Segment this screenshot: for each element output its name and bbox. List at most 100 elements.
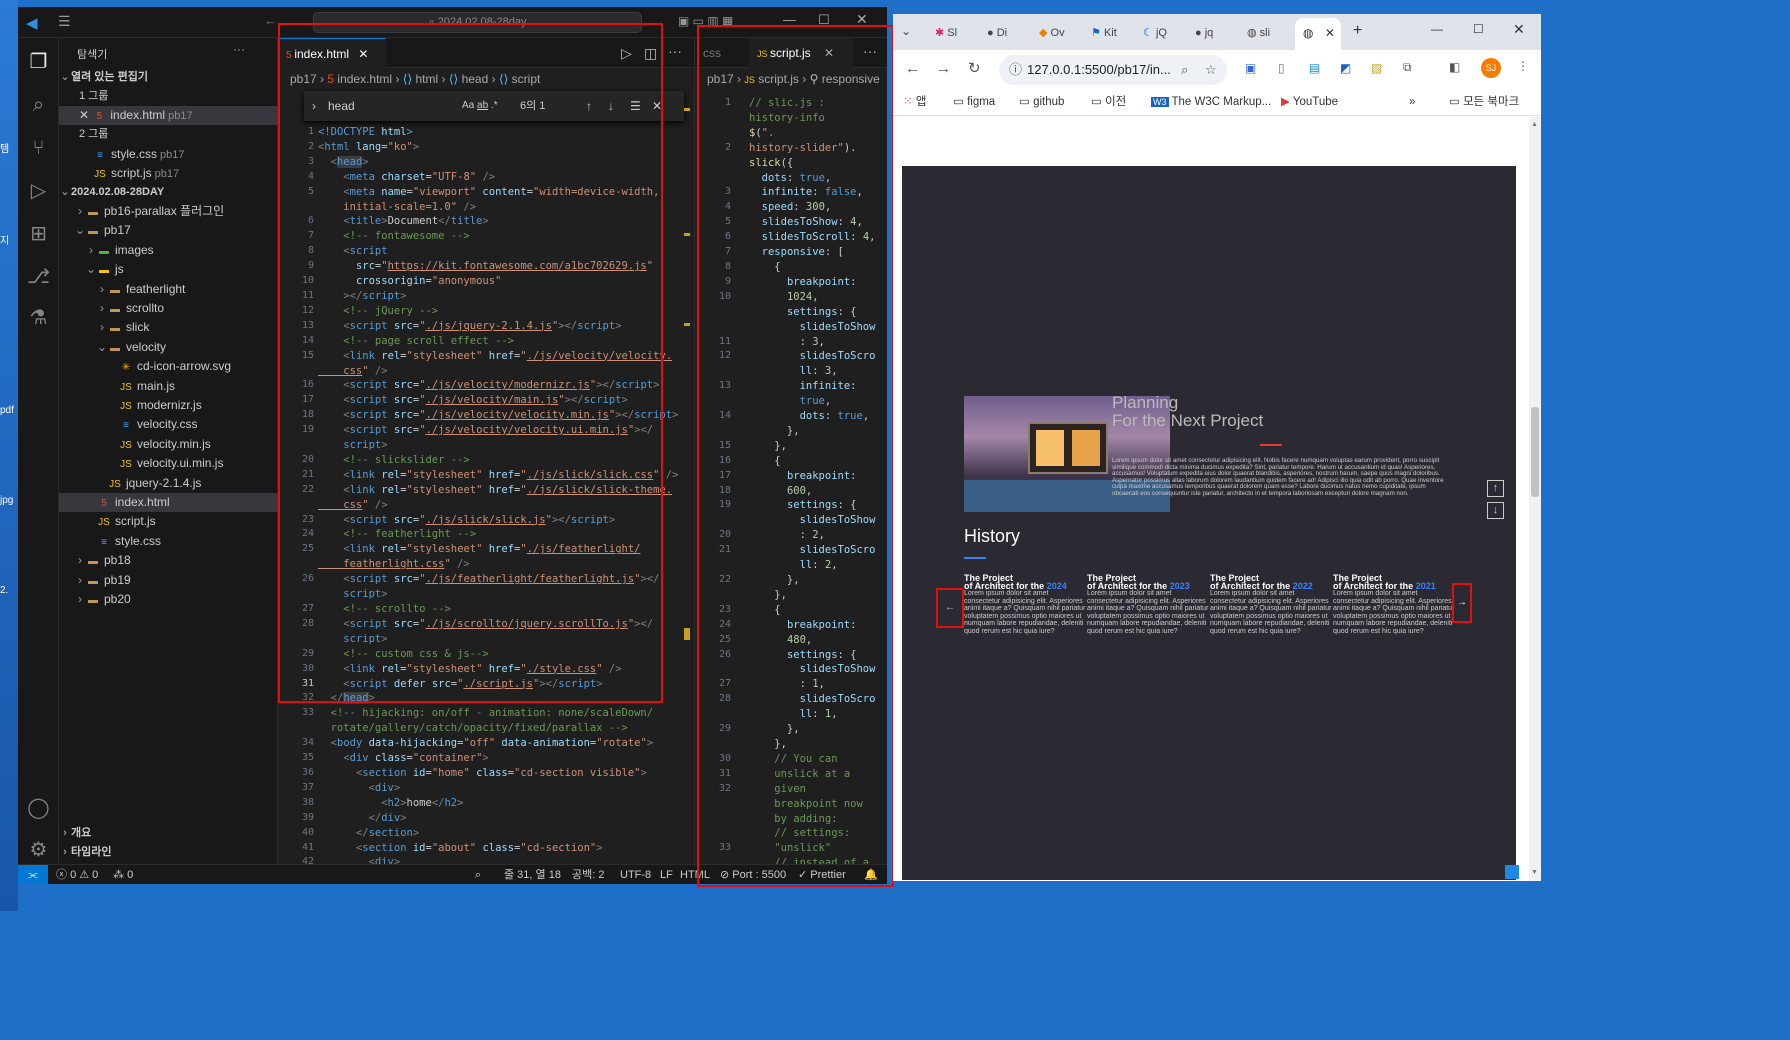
browser-tab[interactable]: ⚑ Kit bbox=[1085, 22, 1131, 44]
testing-icon[interactable]: ⚗ bbox=[26, 306, 51, 331]
breadcrumb[interactable]: pb17 › 5 index.html › ⟨⟩ html › ⟨⟩ head … bbox=[278, 68, 540, 90]
tree-item[interactable]: JS velocity.ui.min.js bbox=[59, 454, 278, 473]
timeline-header[interactable]: › 타임라인 bbox=[59, 843, 278, 862]
open-file-script[interactable]: JS script.js pb17 bbox=[59, 164, 278, 183]
bookmark-folder[interactable]: ▭ 이전 bbox=[1091, 90, 1126, 114]
remote-icon[interactable]: ⎇ bbox=[26, 265, 51, 290]
extension-icon[interactable]: ◩ bbox=[1340, 61, 1351, 75]
cursor-position[interactable]: 줄 31, 열 18 bbox=[504, 865, 561, 884]
extension-icon[interactable]: ▤ bbox=[1309, 61, 1320, 75]
more-bookmarks-icon[interactable]: » bbox=[1409, 90, 1415, 114]
address-bar[interactable]: ⓘ 127.0.0.1:5500/pb17/in... ⌕ ☆ bbox=[999, 55, 1227, 85]
more-actions-icon[interactable]: ··· bbox=[233, 42, 245, 56]
remote-icon[interactable]: ⫘ bbox=[18, 865, 48, 884]
bookmark-folder[interactable]: ▭ figma bbox=[953, 90, 995, 114]
tree-item[interactable]: › ▬ images bbox=[59, 241, 278, 260]
browser-tab[interactable]: ✱ Sl bbox=[929, 22, 975, 44]
tree-item[interactable]: › ▬ slick bbox=[59, 318, 278, 337]
match-options-icon[interactable]: Aa ab .* bbox=[462, 91, 498, 121]
code-area[interactable]: 1 2 3 4 5 6 7 8 9 10 11 12 13 14 15 16 17 18 19 20 21 22 23 24 2… bbox=[278, 122, 694, 864]
new-tab-button[interactable]: + bbox=[1353, 22, 1362, 40]
scroll-up-button[interactable]: ↑ bbox=[1487, 480, 1504, 497]
open-editors-header[interactable]: ⌄열려 있는 편집기 bbox=[59, 68, 278, 87]
slider-prev-arrow[interactable]: ← bbox=[936, 588, 964, 628]
bookmark-folder[interactable]: ▭ github bbox=[1019, 90, 1064, 114]
forward-icon[interactable]: → bbox=[936, 60, 951, 77]
tree-item[interactable]: › ▬ scrollto bbox=[59, 299, 278, 318]
breadcrumb[interactable]: pb17 › JS script.js › ⚲ responsive bbox=[695, 68, 880, 90]
prettier-status[interactable]: ✓ Prettier bbox=[798, 865, 846, 884]
problems-indicator[interactable]: ⓧ 0 ⚠ 0 bbox=[56, 865, 98, 884]
bookmark-youtube[interactable]: ▶ YouTube bbox=[1281, 90, 1338, 114]
minimize-button[interactable]: — bbox=[783, 12, 796, 27]
editor-script-js[interactable]: css JS script.js ✕ ··· pb17 › JS script.… bbox=[694, 38, 887, 864]
extension-icon[interactable]: ▣ bbox=[1245, 61, 1256, 75]
line-ending[interactable]: LF bbox=[660, 865, 673, 884]
editor-index-html[interactable]: 5 index.html ✕ ▷ ◫ ··· pb17 › 5 index.ht… bbox=[278, 38, 694, 864]
close-button[interactable]: ✕ bbox=[1513, 21, 1525, 38]
indentation[interactable]: 공백: 2 bbox=[572, 865, 604, 884]
group-1[interactable]: 1 그룹 bbox=[59, 87, 278, 106]
find-input[interactable]: head bbox=[328, 91, 468, 121]
tree-item[interactable]: › ▬ pb16-parallax 플러그인 bbox=[59, 202, 278, 221]
run-debug-icon[interactable]: ▷ bbox=[26, 179, 51, 204]
scroll-down-button[interactable]: ↓ bbox=[1487, 502, 1504, 519]
maximize-button[interactable]: ☐ bbox=[1473, 22, 1484, 36]
more-actions-icon[interactable]: ··· bbox=[668, 43, 682, 59]
tree-item[interactable]: 5 index.html bbox=[59, 493, 278, 512]
tree-item[interactable]: JS modernizr.js bbox=[59, 396, 278, 415]
tree-item[interactable]: › ▬ pb20 bbox=[59, 590, 278, 609]
tree-item[interactable]: › ▬ featherlight bbox=[59, 280, 278, 299]
browser-tab[interactable]: ◍ sli bbox=[1241, 22, 1287, 44]
notifications-bell-icon[interactable]: 🔔 bbox=[864, 865, 878, 884]
live-server-port[interactable]: ⊘ Port : 5500 bbox=[720, 865, 786, 884]
tree-item[interactable]: ≡ style.css bbox=[59, 532, 278, 551]
account-icon[interactable]: ◯ bbox=[26, 796, 51, 821]
minimize-button[interactable]: — bbox=[1431, 22, 1443, 36]
bookmark-w3c[interactable]: W3 The W3C Markup... bbox=[1151, 90, 1271, 114]
split-editor-icon[interactable]: ◫ bbox=[644, 45, 657, 62]
workspace-header[interactable]: ⌄2024.02.08-28DAY bbox=[59, 183, 278, 202]
tab-css[interactable]: css bbox=[695, 38, 729, 68]
side-panel-icon[interactable]: ◧ bbox=[1449, 60, 1460, 74]
slider-next-arrow[interactable]: → bbox=[1452, 583, 1472, 623]
tab-script-js[interactable]: JS script.js ✕ bbox=[749, 38, 853, 68]
tree-item[interactable]: ✳ cd-icon-arrow.svg bbox=[59, 357, 278, 376]
tree-item[interactable]: JS script.js bbox=[59, 512, 278, 531]
back-icon[interactable]: ← bbox=[264, 13, 277, 28]
tree-item[interactable]: JS main.js bbox=[59, 377, 278, 396]
tree-item[interactable]: ⌄ ▬ velocity bbox=[59, 338, 278, 357]
bookmark-apps[interactable]: ⁙ 앱 bbox=[903, 90, 926, 114]
open-file-style[interactable]: ≡ style.css pb17 bbox=[59, 145, 278, 164]
run-icon[interactable]: ▷ bbox=[621, 45, 632, 62]
tab-index-html[interactable]: 5 index.html ✕ bbox=[278, 38, 386, 68]
maximize-button[interactable]: ☐ bbox=[818, 12, 830, 28]
tree-item[interactable]: ⌄ ▬ pb17 bbox=[59, 221, 278, 240]
group-2[interactable]: 2 그룹 bbox=[59, 125, 278, 144]
explorer-icon[interactable]: ❐ bbox=[26, 50, 51, 75]
open-file-index[interactable]: ✕ 5 index.html pb17 bbox=[59, 106, 278, 125]
chrome-menu-icon[interactable]: ⋮ bbox=[1517, 59, 1529, 73]
close-find-icon[interactable]: ✕ bbox=[652, 91, 662, 121]
browser-tab[interactable]: ◆ Ov bbox=[1033, 22, 1079, 44]
menu-icon[interactable]: ☰ bbox=[58, 13, 71, 30]
browser-tab[interactable]: ● Di bbox=[981, 22, 1027, 44]
close-button[interactable]: ✕ bbox=[856, 11, 868, 28]
tree-item[interactable]: › ▬ pb19 bbox=[59, 571, 278, 590]
search-icon[interactable]: ⌕ bbox=[26, 93, 51, 118]
browser-tab[interactable]: ☾ jQ bbox=[1137, 22, 1183, 44]
all-bookmarks[interactable]: ▭ 모든 북마크 bbox=[1449, 90, 1519, 114]
extensions-icon[interactable]: ⊞ bbox=[26, 222, 51, 247]
outline-header[interactable]: › 개요 bbox=[59, 824, 278, 843]
page-scrollbar[interactable]: ▲ ▼ bbox=[1529, 117, 1541, 881]
ports-indicator[interactable]: ⁂ 0 bbox=[113, 865, 133, 884]
zoom-icon[interactable]: ⌕ bbox=[475, 865, 481, 884]
extension-icon[interactable]: ▯ bbox=[1278, 61, 1285, 75]
extensions-puzzle-icon[interactable]: ⧉ bbox=[1403, 60, 1412, 75]
tree-item[interactable]: ≡ velocity.css bbox=[59, 415, 278, 434]
tree-item[interactable]: ⌄ ▬ js bbox=[59, 260, 278, 279]
command-search-input[interactable]: ⌕ 2024.02.08-28day bbox=[313, 12, 642, 33]
extension-icon[interactable]: ▨ bbox=[1371, 61, 1382, 75]
source-control-icon[interactable]: ⑂ bbox=[26, 136, 51, 161]
active-browser-tab[interactable]: ◍ ✕ bbox=[1295, 18, 1341, 50]
